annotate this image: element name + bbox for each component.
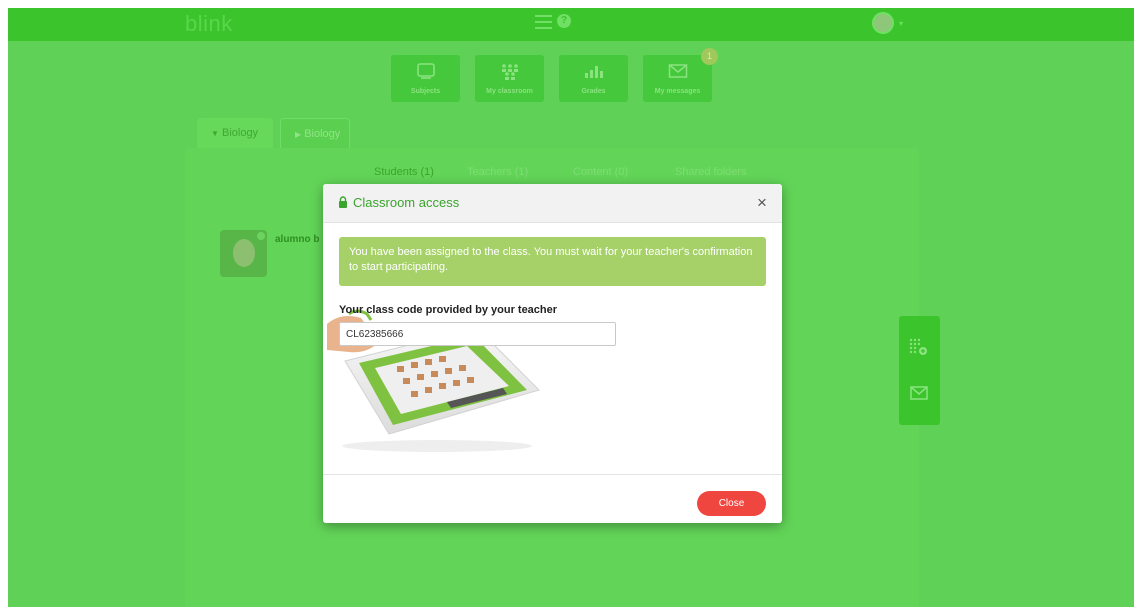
caret-down-icon: ▼ <box>211 129 219 138</box>
chevron-down-icon[interactable]: ▾ <box>899 19 903 28</box>
nav-subjects-label: Subjects <box>410 88 441 95</box>
envelope-icon[interactable] <box>910 386 928 405</box>
hamburger-icon[interactable] <box>535 15 552 29</box>
modal-title: Classroom access <box>353 195 460 210</box>
tab-teachers[interactable]: Teachers (1) <box>467 166 528 178</box>
nav-my-messages-button[interactable]: My messages <box>643 55 712 102</box>
tab-label: Biology <box>304 128 341 140</box>
modal-divider <box>323 474 782 475</box>
modal-header: Classroom access × <box>323 184 782 223</box>
caret-right-icon: ▶ <box>295 130 302 139</box>
classroom-icon <box>475 61 544 81</box>
classroom-access-modal: Classroom access × You have been assigne… <box>323 184 782 523</box>
nav-subjects-button[interactable]: Subjects <box>391 55 460 102</box>
class-code-label: Your class code provided by your teacher <box>339 304 558 316</box>
messages-badge: 1 <box>701 48 718 65</box>
class-code-input[interactable] <box>339 322 616 346</box>
close-button[interactable]: Close <box>697 491 766 516</box>
tab-content[interactable]: Content (0) <box>573 166 628 178</box>
add-code-icon[interactable] <box>909 338 929 361</box>
app-frame: blink ? ▾ Subjects My classroom Grades M… <box>8 8 1134 607</box>
online-status-icon <box>257 232 265 240</box>
assignment-alert: You have been assigned to the class. You… <box>339 237 766 286</box>
tab-biology-inactive[interactable]: ▶ Biology <box>280 118 350 148</box>
side-action-bar <box>899 316 940 425</box>
student-avatar[interactable] <box>220 230 267 277</box>
envelope-icon <box>643 61 712 81</box>
tab-shared-folders[interactable]: Shared folders <box>675 166 747 178</box>
close-icon[interactable]: × <box>752 193 772 213</box>
tablet-icon <box>391 61 460 81</box>
lock-icon <box>339 196 347 208</box>
blink-logo[interactable]: blink <box>185 11 233 37</box>
bar-chart-icon <box>559 61 628 81</box>
user-avatar[interactable] <box>872 12 894 34</box>
nav-my-classroom-label: My classroom <box>486 88 533 95</box>
tab-students[interactable]: Students (1) <box>374 166 434 178</box>
tab-label: Biology <box>221 127 259 139</box>
nav-grades-button[interactable]: Grades <box>559 55 628 102</box>
student-name[interactable]: alumno b <box>275 234 319 245</box>
top-bar: blink ? ▾ <box>8 8 1134 41</box>
nav-my-classroom-button[interactable]: My classroom <box>475 55 544 102</box>
help-icon[interactable]: ? <box>557 14 571 28</box>
nav-my-messages-label: My messages <box>654 88 701 95</box>
tab-biology-active[interactable]: ▼ Biology <box>197 118 273 148</box>
nav-grades-label: Grades <box>581 88 606 95</box>
